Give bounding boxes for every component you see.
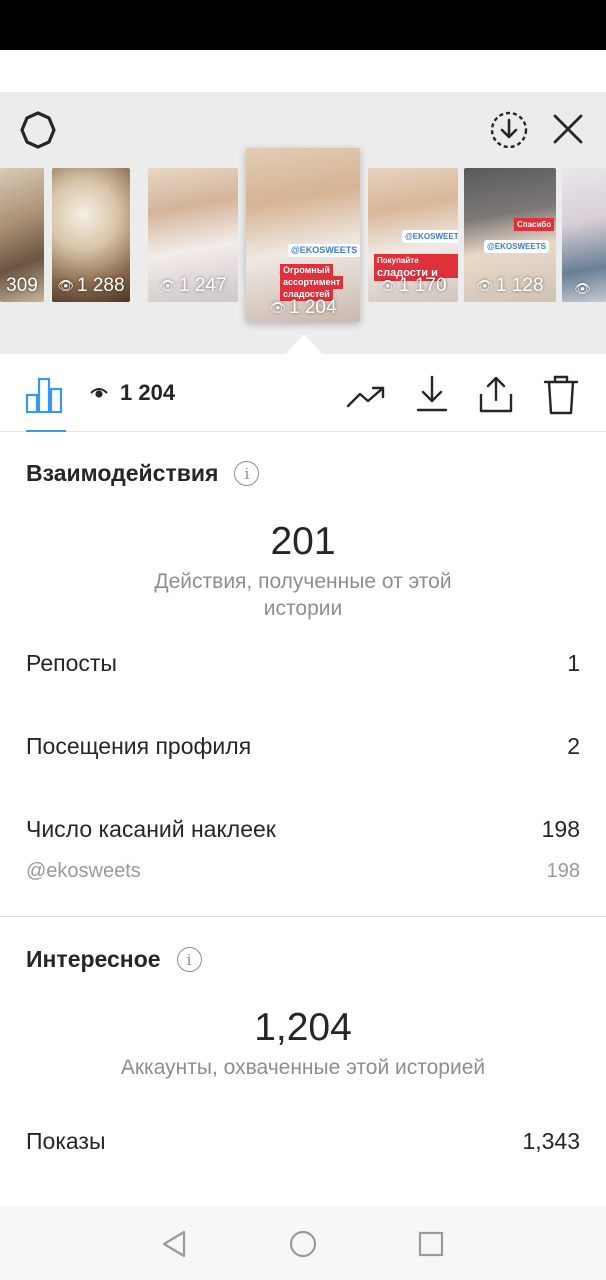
story-thumbnail[interactable]: 309 [0,168,44,302]
story-thumbnails-header: 309 👁 1 288 👁 1 247 @EKOSWEETS Огромный ас… [0,92,606,354]
stat-label: Репосты [26,650,117,676]
share-button[interactable] [474,372,518,416]
stat-value: 1,343 [522,1128,580,1154]
info-icon[interactable]: i [176,947,202,972]
stat-subvalue: 198 [546,860,580,882]
stat-value: 2 [567,733,580,759]
share-icon [479,376,513,413]
story-thumbnail[interactable]: @EKOSWEETS Покупайте полезные сладости и… [368,168,458,302]
story-thumbnail[interactable]: 👁 [562,168,606,302]
eye-icon: 👁 [476,278,493,293]
eye-icon: 👁 [269,300,286,315]
stat-sublabel: @ekosweets [26,860,141,882]
story-toolbar: 1 204 [0,354,606,432]
nav-back-button[interactable] [154,1224,194,1264]
eye-icon [90,388,108,398]
recents-square-icon [418,1231,444,1257]
stat-label: Число касаний наклеек [26,816,276,842]
discovery-total: 1,204 [254,1006,352,1049]
stat-row-sticker-taps: Число касаний наклеек 198 [26,816,580,843]
stat-label: Посещения профиля [26,733,252,759]
story-thumbnail-active[interactable]: @EKOSWEETS Огромный ассортимент сладосте… [246,148,360,322]
discovery-section-title: Интересное i [26,946,202,973]
back-triangle-icon [162,1230,186,1258]
settings-button[interactable] [16,108,60,152]
stat-subrow-mention: @ekosweets 198 [26,860,580,883]
thumbnail-view-count: 👁 1 204 [269,297,337,318]
trash-icon [543,375,579,415]
stat-value: 1 [567,650,580,676]
active-tab-indicator [26,430,66,432]
top-spacer [0,50,606,92]
stat-row-reposts: Репосты 1 [26,650,580,677]
stat-row-impressions: Показы 1,343 [26,1128,580,1155]
download-button[interactable] [410,372,454,416]
nav-home-button[interactable] [283,1224,323,1264]
eye-icon: 👁 [379,278,396,293]
insights-tab[interactable] [22,374,68,416]
gear-icon [20,111,56,149]
thumbnail-view-count: 👁 1 170 [379,275,447,296]
nav-recents-button[interactable] [411,1224,451,1264]
close-button[interactable] [548,109,588,149]
mention-sticker: @EKOSWEETS [288,244,360,257]
info-icon[interactable]: i [234,461,260,486]
interactions-caption: Действия, полученные от этой истории [154,570,452,620]
download-circle-icon [490,111,528,149]
thumbnail-view-count: 👁 1 247 [159,275,227,296]
stat-label: Показы [26,1128,106,1154]
close-icon [553,114,583,144]
story-thumbnail[interactable]: 👁 1 247 [148,168,238,302]
views-count: 1 204 [90,380,175,406]
delete-button[interactable] [540,372,582,418]
interactions-title-text: Взаимодействия [26,460,219,486]
discovery-caption: Аккаунты, охваченные этой историей [120,1056,486,1079]
eye-icon: 👁 [57,278,74,293]
stat-value: 198 [541,816,580,842]
thumbnail-view-count: 👁 1 288 [57,275,125,296]
trending-up-icon [346,386,385,408]
save-story-button[interactable] [488,109,530,151]
text-sticker: Спасибо [514,218,555,231]
promote-button[interactable] [344,376,388,416]
thumbnail-view-count: 👁 1 128 [476,275,544,296]
eye-icon: 👁 [574,281,591,296]
mention-sticker: @EKOSWEETS [484,240,549,253]
story-thumbnail[interactable]: 👁 1 288 [52,168,130,302]
eye-icon: 👁 [159,278,176,293]
home-circle-icon [289,1230,317,1258]
system-navigation-bar [0,1206,606,1280]
bar-chart-icon [25,377,63,413]
stat-row-profile-visits: Посещения профиля 2 [26,733,580,760]
views-count-value: 1 204 [120,380,176,405]
mention-sticker: @EKOSWEETS [402,230,458,243]
section-divider [0,916,606,917]
download-icon [416,375,448,412]
interactions-total: 201 [270,520,336,563]
story-thumbnail[interactable]: @EKOSWEETS Спасибо 👁 1 128 [464,168,556,302]
status-bar [0,0,606,50]
discovery-title-text: Интересное [26,946,161,972]
thumbnail-view-count: 309 [6,275,38,296]
selected-indicator [286,334,322,354]
thumbnail-view-count: 👁 [562,281,606,297]
interactions-section-title: Взаимодействия i [26,460,260,487]
